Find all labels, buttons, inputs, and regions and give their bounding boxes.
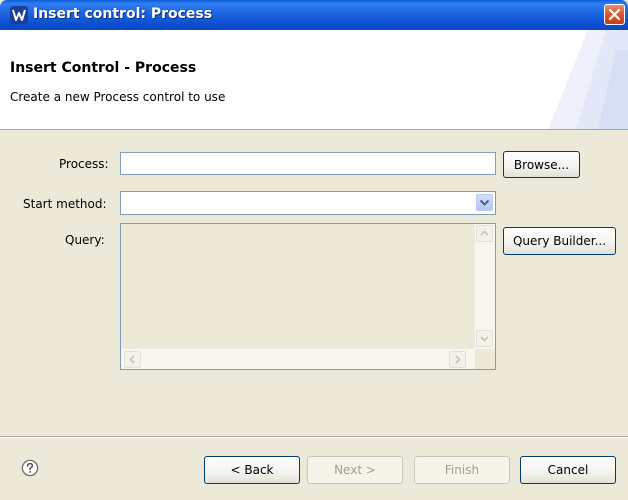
insert-control-dialog: Insert control: Process Insert Control -… <box>0 0 628 500</box>
window-title: Insert control: Process <box>33 6 213 22</box>
title-bar[interactable]: Insert control: Process <box>0 0 628 30</box>
query-textarea[interactable] <box>120 223 496 370</box>
start-method-select[interactable] <box>120 191 496 215</box>
page-title: Insert Control - Process <box>10 60 197 76</box>
scroll-right-button[interactable] <box>449 351 466 368</box>
process-label: Process: <box>59 157 109 171</box>
scroll-down-button[interactable] <box>476 330 493 347</box>
query-label: Query: <box>65 233 105 247</box>
scroll-up-button[interactable] <box>476 225 493 242</box>
scroll-right-icon <box>455 355 461 364</box>
scroll-corner <box>475 349 495 369</box>
app-icon <box>10 6 28 24</box>
next-button[interactable]: Next > <box>307 456 403 484</box>
process-input[interactable] <box>120 152 496 175</box>
scroll-left-button[interactable] <box>124 351 141 368</box>
footer-separator <box>0 436 628 438</box>
header-banner: Insert Control - Process Create a new Pr… <box>0 30 628 130</box>
start-method-label: Start method: <box>23 197 107 211</box>
query-builder-button[interactable]: Query Builder... <box>503 227 616 255</box>
close-button[interactable] <box>604 4 625 25</box>
cancel-button[interactable]: Cancel <box>520 456 616 484</box>
horizontal-scrollbar[interactable] <box>121 348 475 369</box>
close-icon <box>608 8 621 21</box>
chevron-down-icon <box>479 199 490 206</box>
vertical-scrollbar[interactable] <box>474 224 495 349</box>
page-description: Create a new Process control to use <box>10 90 226 104</box>
dropdown-button[interactable] <box>476 194 493 211</box>
scroll-down-icon <box>480 336 489 342</box>
scroll-up-icon <box>480 230 489 236</box>
browse-button[interactable]: Browse... <box>503 151 580 178</box>
back-button[interactable]: < Back <box>204 456 300 484</box>
help-icon[interactable] <box>21 459 39 477</box>
banner-decoration <box>548 30 628 129</box>
scroll-left-icon <box>129 355 135 364</box>
finish-button[interactable]: Finish <box>414 456 510 484</box>
